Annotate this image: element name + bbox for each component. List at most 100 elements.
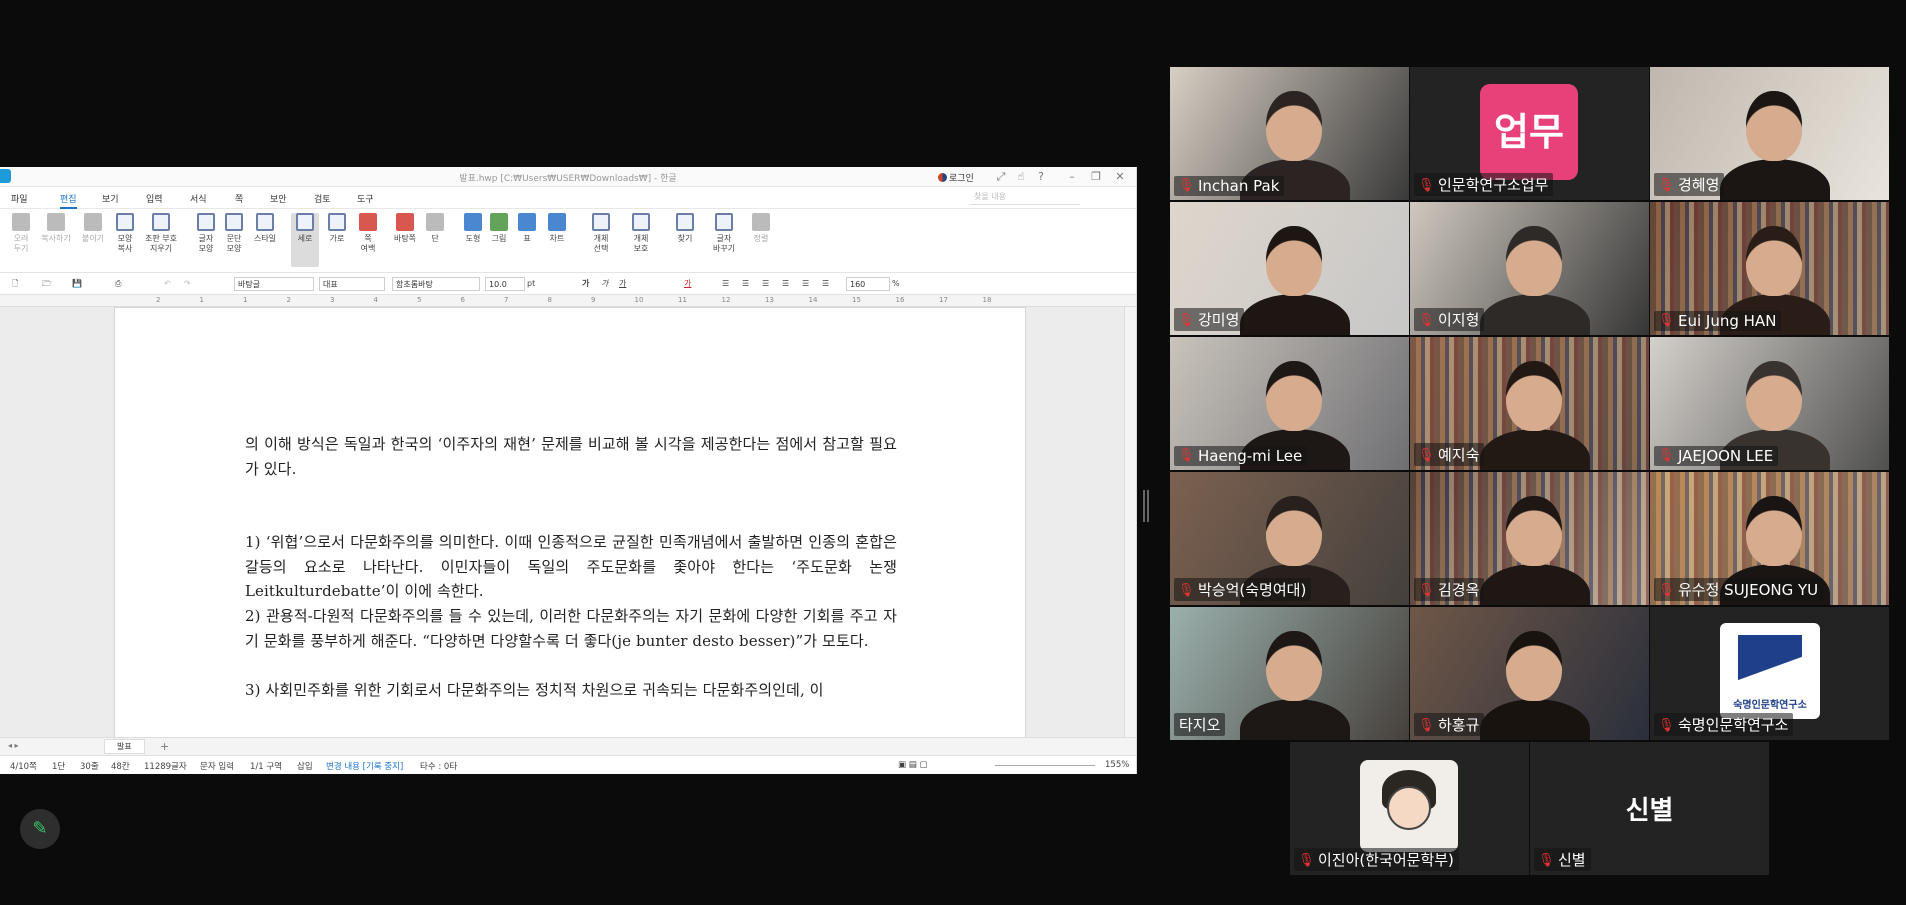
picture-button[interactable]: 그림: [488, 213, 510, 244]
align-center-icon[interactable]: ☰: [762, 277, 769, 291]
add-tab-icon[interactable]: +: [160, 740, 169, 753]
participant-tile[interactable]: 타지오: [1170, 607, 1409, 740]
participant-tile[interactable]: 숙명인문학연구소 🎙 숙명인문학연구소: [1650, 607, 1889, 740]
fullscreen-icon[interactable]: ⤢: [992, 169, 1010, 185]
restore-icon[interactable]: ❐: [1087, 169, 1105, 185]
person-head: [1266, 496, 1322, 566]
menu-insert[interactable]: 입력: [146, 192, 163, 205]
align-split-icon[interactable]: ☰: [822, 277, 829, 291]
status-section: 1단: [52, 762, 66, 772]
mic-muted-icon: 🎙: [1178, 583, 1195, 598]
style-button[interactable]: 스타일: [250, 213, 280, 244]
undo-icon[interactable]: ↶: [164, 277, 171, 291]
style-select[interactable]: 바탕글: [234, 277, 314, 291]
menu-security[interactable]: 보안: [270, 192, 287, 205]
search-input[interactable]: 찾을 내용: [970, 191, 1080, 205]
menu-edit[interactable]: 편집: [60, 192, 77, 209]
font-select[interactable]: 함초롬바탕: [392, 277, 480, 291]
sheet-tab[interactable]: 발표: [104, 739, 145, 754]
ruler-number: 1: [243, 296, 248, 304]
italic-icon[interactable]: 가: [601, 277, 608, 291]
clear-format-button[interactable]: 조판 부호 지우기: [141, 213, 181, 254]
mic-muted-icon: 🎙: [1658, 178, 1675, 193]
document-page[interactable]: 의 이해 방식은 독일과 한국의 ‘이주자의 재현’ 문제를 비교해 볼 시각을…: [114, 307, 1026, 737]
chart-button[interactable]: 차트: [545, 213, 569, 244]
master-page-button[interactable]: 바탕쪽: [389, 213, 421, 244]
touch-icon[interactable]: ☝: [1012, 169, 1030, 185]
participant-tile[interactable]: 🎙 이지형: [1410, 202, 1649, 335]
login-button[interactable]: 로그인: [938, 171, 974, 184]
minimize-icon[interactable]: –: [1063, 169, 1081, 185]
menu-review[interactable]: 검토: [314, 192, 331, 205]
menu-page[interactable]: 쪽: [235, 192, 243, 205]
zoom-slider[interactable]: [995, 765, 1095, 766]
landscape-button[interactable]: 가로: [323, 213, 351, 244]
paste-button[interactable]: 붙이기: [78, 213, 108, 244]
lang-select[interactable]: 대표: [319, 277, 385, 291]
font-size-input[interactable]: 10.0: [485, 277, 525, 291]
participant-tile[interactable]: 🎙 Eui Jung HAN: [1650, 202, 1889, 335]
bold-icon[interactable]: 가: [582, 277, 589, 291]
participant-tile[interactable]: 🎙 김경옥: [1410, 472, 1649, 605]
cut-button[interactable]: 오려 두기: [8, 213, 34, 254]
save-icon[interactable]: 💾: [72, 277, 82, 291]
paste-label: 붙이기: [81, 234, 105, 243]
participant-tile[interactable]: 신별 🎙 신별: [1530, 742, 1769, 875]
new-doc-icon[interactable]: 🗋: [12, 277, 18, 291]
para-shape-label: 문단 모양: [226, 234, 242, 253]
menu-file[interactable]: 파일: [11, 192, 28, 205]
menu-format[interactable]: 서식: [190, 192, 207, 205]
participant-tile[interactable]: 🎙 JAEJOON LEE: [1650, 337, 1889, 470]
participant-tile[interactable]: 🎙 Haeng-mi Lee: [1170, 337, 1409, 470]
participant-tile[interactable]: 🎙 예지숙: [1410, 337, 1649, 470]
annotate-pencil-button[interactable]: ✎: [20, 809, 60, 849]
participant-tile[interactable]: 🎙 경혜영: [1650, 67, 1889, 200]
status-chars: 11289글자: [144, 762, 187, 772]
column-button[interactable]: 단: [425, 213, 445, 244]
status-insert[interactable]: 삽입: [297, 760, 313, 772]
copy-button[interactable]: 복사하기: [38, 213, 74, 244]
align-right-icon[interactable]: ☰: [782, 277, 789, 291]
participant-tile[interactable]: 업무 🎙 인문학연구소업무: [1410, 67, 1649, 200]
find-button[interactable]: 찾기: [674, 213, 696, 244]
ruler-number: 3: [330, 296, 335, 304]
para-shape-button[interactable]: 문단 모양: [222, 213, 246, 254]
char-shape-button[interactable]: 글자 모양: [194, 213, 218, 254]
redo-icon[interactable]: ↷: [184, 277, 191, 291]
status-track[interactable]: 변경 내용 [기록 중지]: [326, 760, 403, 772]
vertical-scrollbar[interactable]: [1124, 307, 1136, 737]
print-icon[interactable]: ⎙: [115, 277, 121, 291]
align-distribute-icon[interactable]: ☰: [802, 277, 809, 291]
help-icon[interactable]: ?: [1032, 169, 1050, 185]
line-spacing-input[interactable]: 160: [846, 277, 890, 291]
split-view-handle[interactable]: [1143, 490, 1149, 522]
align-left-icon[interactable]: ☰: [742, 277, 749, 291]
object-protect-button[interactable]: 개체 보호: [628, 213, 654, 254]
replace-button[interactable]: 글자 바꾸기: [708, 213, 740, 254]
object-select-button[interactable]: 개체 선택: [588, 213, 614, 254]
person-head: [1746, 496, 1802, 566]
tab-nav-icon[interactable]: ◂ ▸: [8, 741, 19, 750]
margin-button[interactable]: 쪽 여백: [356, 213, 380, 254]
participant-tile[interactable]: 🎙 박승억(숙명여대): [1170, 472, 1409, 605]
participant-tile[interactable]: 🎙 Inchan Pak: [1170, 67, 1409, 200]
screen: { "hwp": { "title": "발표.hwp [C:₩Users₩US…: [0, 0, 1906, 905]
sort-button[interactable]: 정렬: [750, 213, 772, 244]
view-mode-icons[interactable]: ▣ ▤ ▢: [898, 760, 928, 770]
underline-icon[interactable]: 가: [619, 277, 626, 291]
close-icon[interactable]: ✕: [1111, 169, 1129, 185]
shape-button[interactable]: 도형: [462, 213, 484, 244]
align-justify-icon[interactable]: ☰: [722, 277, 729, 291]
participant-tile[interactable]: 🎙 유수정 SUJEONG YU: [1650, 472, 1889, 605]
format-copy-button[interactable]: 모양 복사: [112, 213, 138, 254]
font-color-icon[interactable]: 가: [684, 277, 691, 291]
participant-tile[interactable]: 🎙 하홍규: [1410, 607, 1649, 740]
participant-tile[interactable]: 🎙 이진아(한국어문학부): [1290, 742, 1529, 875]
participant-tile[interactable]: 🎙 강미영: [1170, 202, 1409, 335]
chart-label: 차트: [549, 234, 565, 243]
menu-tools[interactable]: 도구: [357, 192, 374, 205]
table-button[interactable]: 표: [517, 213, 537, 244]
portrait-button[interactable]: 세로: [291, 213, 319, 267]
open-icon[interactable]: 🗁: [42, 277, 52, 291]
menu-view[interactable]: 보기: [102, 192, 119, 205]
